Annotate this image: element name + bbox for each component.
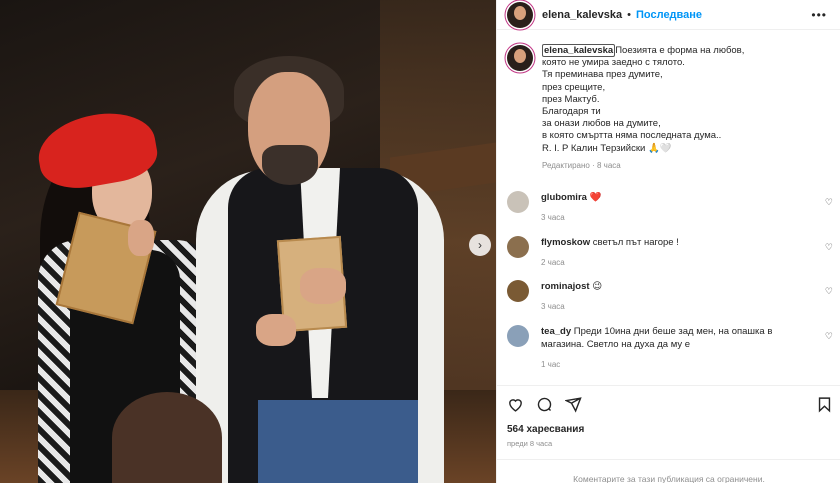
post-photo: › <box>0 0 496 483</box>
header-username[interactable]: elena_kalevska <box>542 9 622 21</box>
separator-dot: • <box>627 8 631 21</box>
caption-line: Благодаря ти <box>542 106 601 118</box>
man-beard <box>262 145 318 185</box>
bookmark-icon[interactable] <box>816 396 833 413</box>
heart-icon[interactable] <box>507 396 524 413</box>
caption-line: през Мактуб. <box>542 93 600 105</box>
comment-text: светъл път нагоре ! <box>592 237 679 248</box>
man-hand-left <box>256 314 296 346</box>
caption-line: Тя преминава през думите, <box>542 69 663 81</box>
heart-outline-icon[interactable]: ♡ <box>825 242 833 253</box>
woman-hand <box>128 220 154 256</box>
caption-line: която не умира заедно с тялото. <box>542 57 685 69</box>
comment-username[interactable]: flymoskow <box>541 237 590 248</box>
caption-line: в която смъртта няма последната дума.. <box>542 130 722 142</box>
caption-lines: elena_kalevska Поезията е форма на любов,… <box>542 44 832 155</box>
comments-section[interactable]: elena_kalevska Поезията е форма на любов,… <box>497 31 840 385</box>
comment-username[interactable]: rominajost <box>541 281 590 292</box>
comment-body: rominajost 😉 3 часа <box>541 280 811 313</box>
comment-username[interactable]: glubomira <box>541 192 587 203</box>
comment-time: 3 часа <box>541 213 565 222</box>
comment-avatar[interactable] <box>507 325 529 347</box>
comment-body: glubomira ❤️ 3 часа <box>541 191 811 224</box>
follow-button[interactable]: Последване <box>636 9 702 21</box>
man-hand <box>300 268 346 304</box>
caption-line: R. I. P Калин Терзийски 🙏🤍 <box>542 142 672 154</box>
comment-time: 3 часа <box>541 302 565 311</box>
comment-body: flymoskow светъл път нагоре ! 2 часа <box>541 236 811 269</box>
heart-outline-icon[interactable]: ♡ <box>825 197 833 208</box>
caption-line: за онази любов на думите, <box>542 118 661 130</box>
comment-text: Преди 10ина дни беше зад мен, на опашка … <box>541 326 773 350</box>
comment-avatar[interactable] <box>507 236 529 258</box>
post-header: elena_kalevska • Последване ••• <box>497 0 840 30</box>
child-head <box>112 392 222 483</box>
chevron-right-icon[interactable]: › <box>469 234 491 256</box>
avatar[interactable] <box>507 1 533 28</box>
comment-icon[interactable] <box>536 396 553 413</box>
caption-meta: Редактирано · 8 часа <box>542 160 621 170</box>
action-icons <box>507 396 582 413</box>
comments-restricted-notice: Коментарите за тази публикация са ограни… <box>497 459 840 483</box>
comment-avatar[interactable] <box>507 191 529 213</box>
comment-username[interactable]: tea_dy <box>541 326 571 337</box>
comment-body: tea_dy Преди 10ина дни беше зад мен, на … <box>541 325 811 371</box>
post-actions: 564 харесвания преди 8 часа Коментарите … <box>497 385 840 483</box>
comment-time: 2 часа <box>541 258 565 267</box>
heart-outline-icon[interactable]: ♡ <box>825 286 833 297</box>
post-sidebar: elena_kalevska • Последване ••• elena_ka… <box>496 0 840 483</box>
caption-username[interactable]: elena_kalevska <box>542 44 616 57</box>
heart-outline-icon[interactable]: ♡ <box>825 331 833 342</box>
caption-text: elena_kalevska Поезията е форма на любов,… <box>542 44 832 172</box>
likes-count[interactable]: 564 харесвания <box>507 424 584 435</box>
send-icon[interactable] <box>565 396 582 413</box>
man-jeans <box>258 400 418 483</box>
comment-avatar[interactable] <box>507 280 529 302</box>
post-time: преди 8 часа <box>507 439 553 448</box>
comment-text: ❤️ <box>589 192 602 203</box>
caption-line: през срещите, <box>542 81 606 93</box>
comment-text: 😉 <box>592 281 603 292</box>
comment-time: 1 час <box>541 360 561 369</box>
caption-avatar[interactable] <box>507 45 533 71</box>
more-options-icon[interactable]: ••• <box>811 8 827 22</box>
caption-line: Поезията е форма на любов, <box>615 45 745 56</box>
